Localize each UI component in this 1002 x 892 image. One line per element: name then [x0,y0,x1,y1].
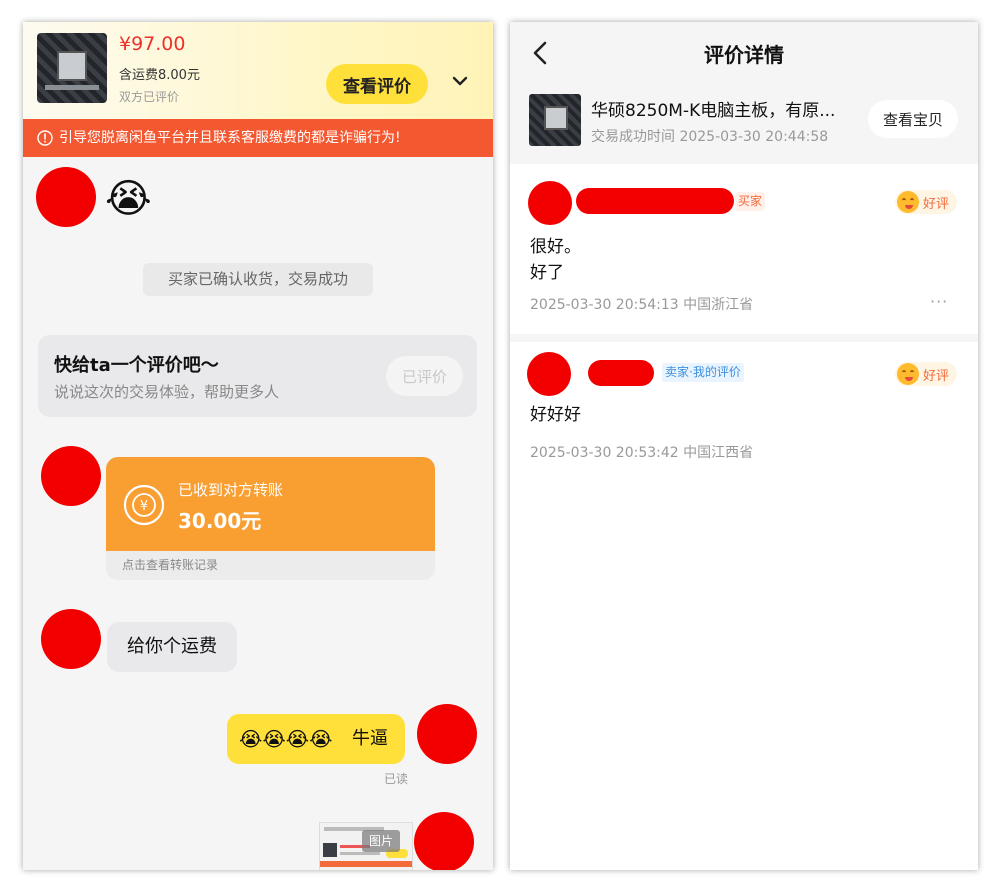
review-item: 买家 好评 很好。 好了 2025-03-30 20:54:13 中国浙江省 ·… [510,164,978,334]
image-banner [320,861,412,867]
crying-emoji-group: 😭😭😭😭 [239,727,333,751]
transfer-label: 已收到对方转账 [178,481,284,499]
review-detail-screen: 评价详情 华硕8250M-K电脑主板，有原... 交易成功时间 2025-03-… [510,22,978,870]
read-status: 已读 [384,772,409,786]
good-rating-badge: 好评 [895,190,957,214]
review-meta: 2025-03-30 20:54:13 中国浙江省 [530,297,754,313]
chat-screen: ¥97.00 含运费8.00元 双方已评价 查看评价 引导您脱离闲鱼平台并且联系… [23,22,493,870]
review-text: 好好好 [530,402,581,428]
chevron-down-icon[interactable] [449,70,471,92]
pcie-slot-shape [45,85,99,90]
view-review-button[interactable]: 查看评价 [326,64,428,104]
yen-circle-icon: ¥ [123,484,165,526]
transfer-card[interactable]: ¥ 已收到对方转账 30.00元 点击查看转账记录 [106,457,435,580]
review-item: 卖家·我的评价 好评 好好好 2025-03-30 20:53:42 中国江西省 [510,334,978,870]
product-thumbnail[interactable] [529,94,581,146]
review-meta: 2025-03-30 20:53:42 中国江西省 [530,445,754,461]
svg-text:¥: ¥ [140,499,148,514]
avatar[interactable] [41,446,101,506]
good-rating-badge: 好评 [895,362,957,386]
redacted-username [576,188,734,214]
avatar[interactable] [417,704,477,764]
redacted-username [588,360,654,386]
smile-face-icon [897,363,919,385]
transfer-amount: 30.00元 [178,509,262,533]
avatar[interactable] [41,609,101,669]
review-text-line: 很好。 [530,237,581,257]
transfer-record-link[interactable]: 点击查看转账记录 [122,556,218,573]
smile-face-icon [897,191,919,213]
chat-bubble-outgoing: 😭😭😭😭 牛逼 [227,714,405,764]
product-thumbnail[interactable] [37,33,107,103]
review-text-line: 好了 [530,263,564,283]
review-text: 很好。 好了 [530,234,581,286]
image-tag: 图片 [362,830,400,852]
chat-bubble-incoming: 给你个运费 [107,622,237,672]
product-title: 华硕8250M-K电脑主板，有原... [591,101,836,121]
rate-prompt-subtitle: 说说这次的交易体验，帮助更多人 [54,383,280,401]
rate-prompt-card: 快给ta一个评价吧～ 说说这次的交易体验，帮助更多人 已评价 [38,335,477,417]
role-badge: 卖家·我的评价 [662,363,744,382]
review-text-line: 好好好 [530,405,581,425]
divider [510,334,978,342]
rating-label: 好评 [923,197,950,212]
order-price: ¥97.00 [119,33,186,55]
fraud-warning-banner: 引导您脱离闲鱼平台并且联系客服缴费的都是诈骗行为! [23,119,493,157]
role-badge: 买家 [735,192,766,211]
nav-bar: 评价详情 [510,22,978,84]
cpu-socket-shape [544,106,568,130]
rated-button[interactable]: 已评价 [386,356,463,396]
image-text-line [340,852,380,855]
page-title: 评价详情 [704,43,784,67]
avatar[interactable] [414,812,474,870]
fraud-warning-text: 引导您脱离闲鱼平台并且联系客服缴费的都是诈骗行为! [59,130,401,146]
rating-label: 好评 [923,369,950,384]
more-options-icon[interactable]: ··· [930,292,948,311]
rate-prompt-title: 快给ta一个评价吧～ [54,355,219,376]
avatar[interactable] [528,181,572,225]
outgoing-text: 牛逼 [352,728,388,749]
transfer-card-header: ¥ 已收到对方转账 30.00元 [106,457,435,551]
system-notice: 买家已确认收货，交易成功 [143,263,373,296]
review-status: 双方已评价 [119,90,180,104]
avatar[interactable] [527,352,571,396]
emoji-message: 😭 [105,176,152,222]
trade-success-time: 交易成功时间 2025-03-30 20:44:58 [591,129,829,145]
view-item-button[interactable]: 查看宝贝 [868,100,958,138]
avatar[interactable] [36,167,96,227]
image-thumbnail [323,843,337,857]
warning-icon [37,130,53,146]
shipping-fee: 含运费8.00元 [119,68,200,83]
cpu-socket-shape [57,51,87,81]
order-header: ¥97.00 含运费8.00元 双方已评价 查看评价 [23,22,493,119]
product-summary: 华硕8250M-K电脑主板，有原... 交易成功时间 2025-03-30 20… [510,84,978,164]
